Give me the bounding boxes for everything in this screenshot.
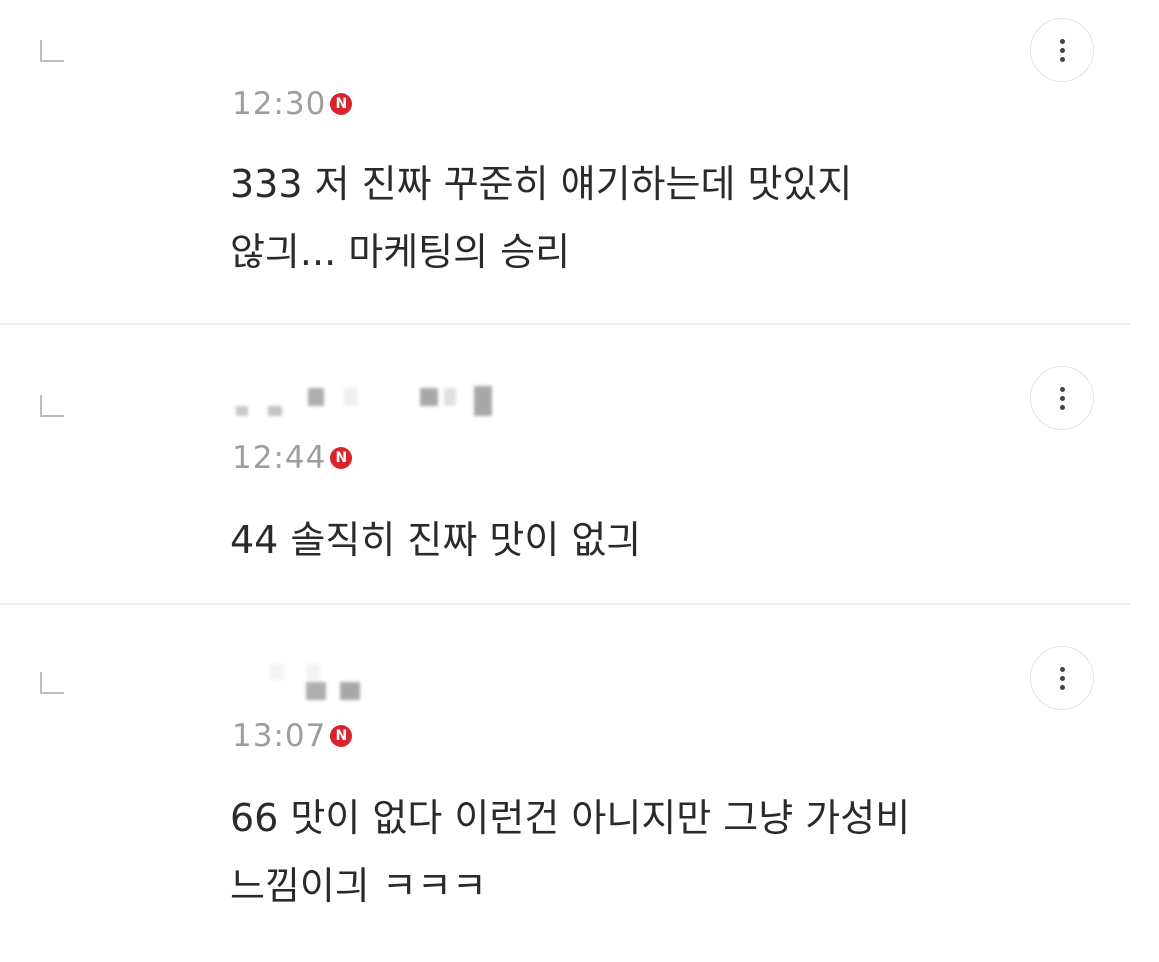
- divider: [0, 323, 1130, 325]
- author-name-blurred: [234, 662, 534, 700]
- more-options-button[interactable]: [1030, 18, 1094, 82]
- more-vertical-icon: [1059, 666, 1065, 672]
- reply-text: 66 맛이 없다 이런건 아니지만 그냥 가성비 느낌이긔 ㅋㅋㅋ: [230, 784, 1090, 920]
- reply-arrow-icon: [40, 672, 64, 694]
- author-name-blurred: [234, 382, 534, 416]
- time-text: 13:07: [232, 718, 327, 754]
- reply-text-line: 44 솔직히 진짜 맛이 없긔: [230, 518, 642, 562]
- reply-arrow-icon: [40, 40, 64, 62]
- reply-text: 44 솔직히 진짜 맛이 없긔: [230, 506, 1090, 574]
- reply-timestamp: 12:30 N: [232, 86, 353, 122]
- reply-timestamp: 12:44 N: [232, 440, 353, 476]
- time-text: 12:44: [232, 440, 327, 476]
- new-badge: N: [330, 725, 353, 747]
- reply-arrow-icon: [40, 395, 64, 417]
- more-options-button[interactable]: [1030, 366, 1094, 430]
- time-text: 12:30: [232, 86, 327, 122]
- more-vertical-icon: [1059, 38, 1065, 44]
- reply-text-line: 66 맛이 없다 이런건 아니지만 그냥 가성비: [230, 796, 911, 840]
- reply-text-line: 333 저 진짜 꾸준히 얘기하는데 맛있지: [230, 162, 853, 206]
- more-options-button[interactable]: [1030, 646, 1094, 710]
- new-badge: N: [330, 93, 353, 115]
- more-vertical-icon: [1059, 386, 1065, 392]
- reply-timestamp: 13:07 N: [232, 718, 353, 754]
- reply-text: 333 저 진짜 꾸준히 얘기하는데 맛있지 않긔... 마케팅의 승리: [230, 150, 1090, 286]
- new-badge: N: [330, 447, 353, 469]
- reply-text-line: 않긔... 마케팅의 승리: [230, 230, 571, 274]
- reply-text-line: 느낌이긔 ㅋㅋㅋ: [230, 864, 487, 908]
- divider: [0, 603, 1130, 605]
